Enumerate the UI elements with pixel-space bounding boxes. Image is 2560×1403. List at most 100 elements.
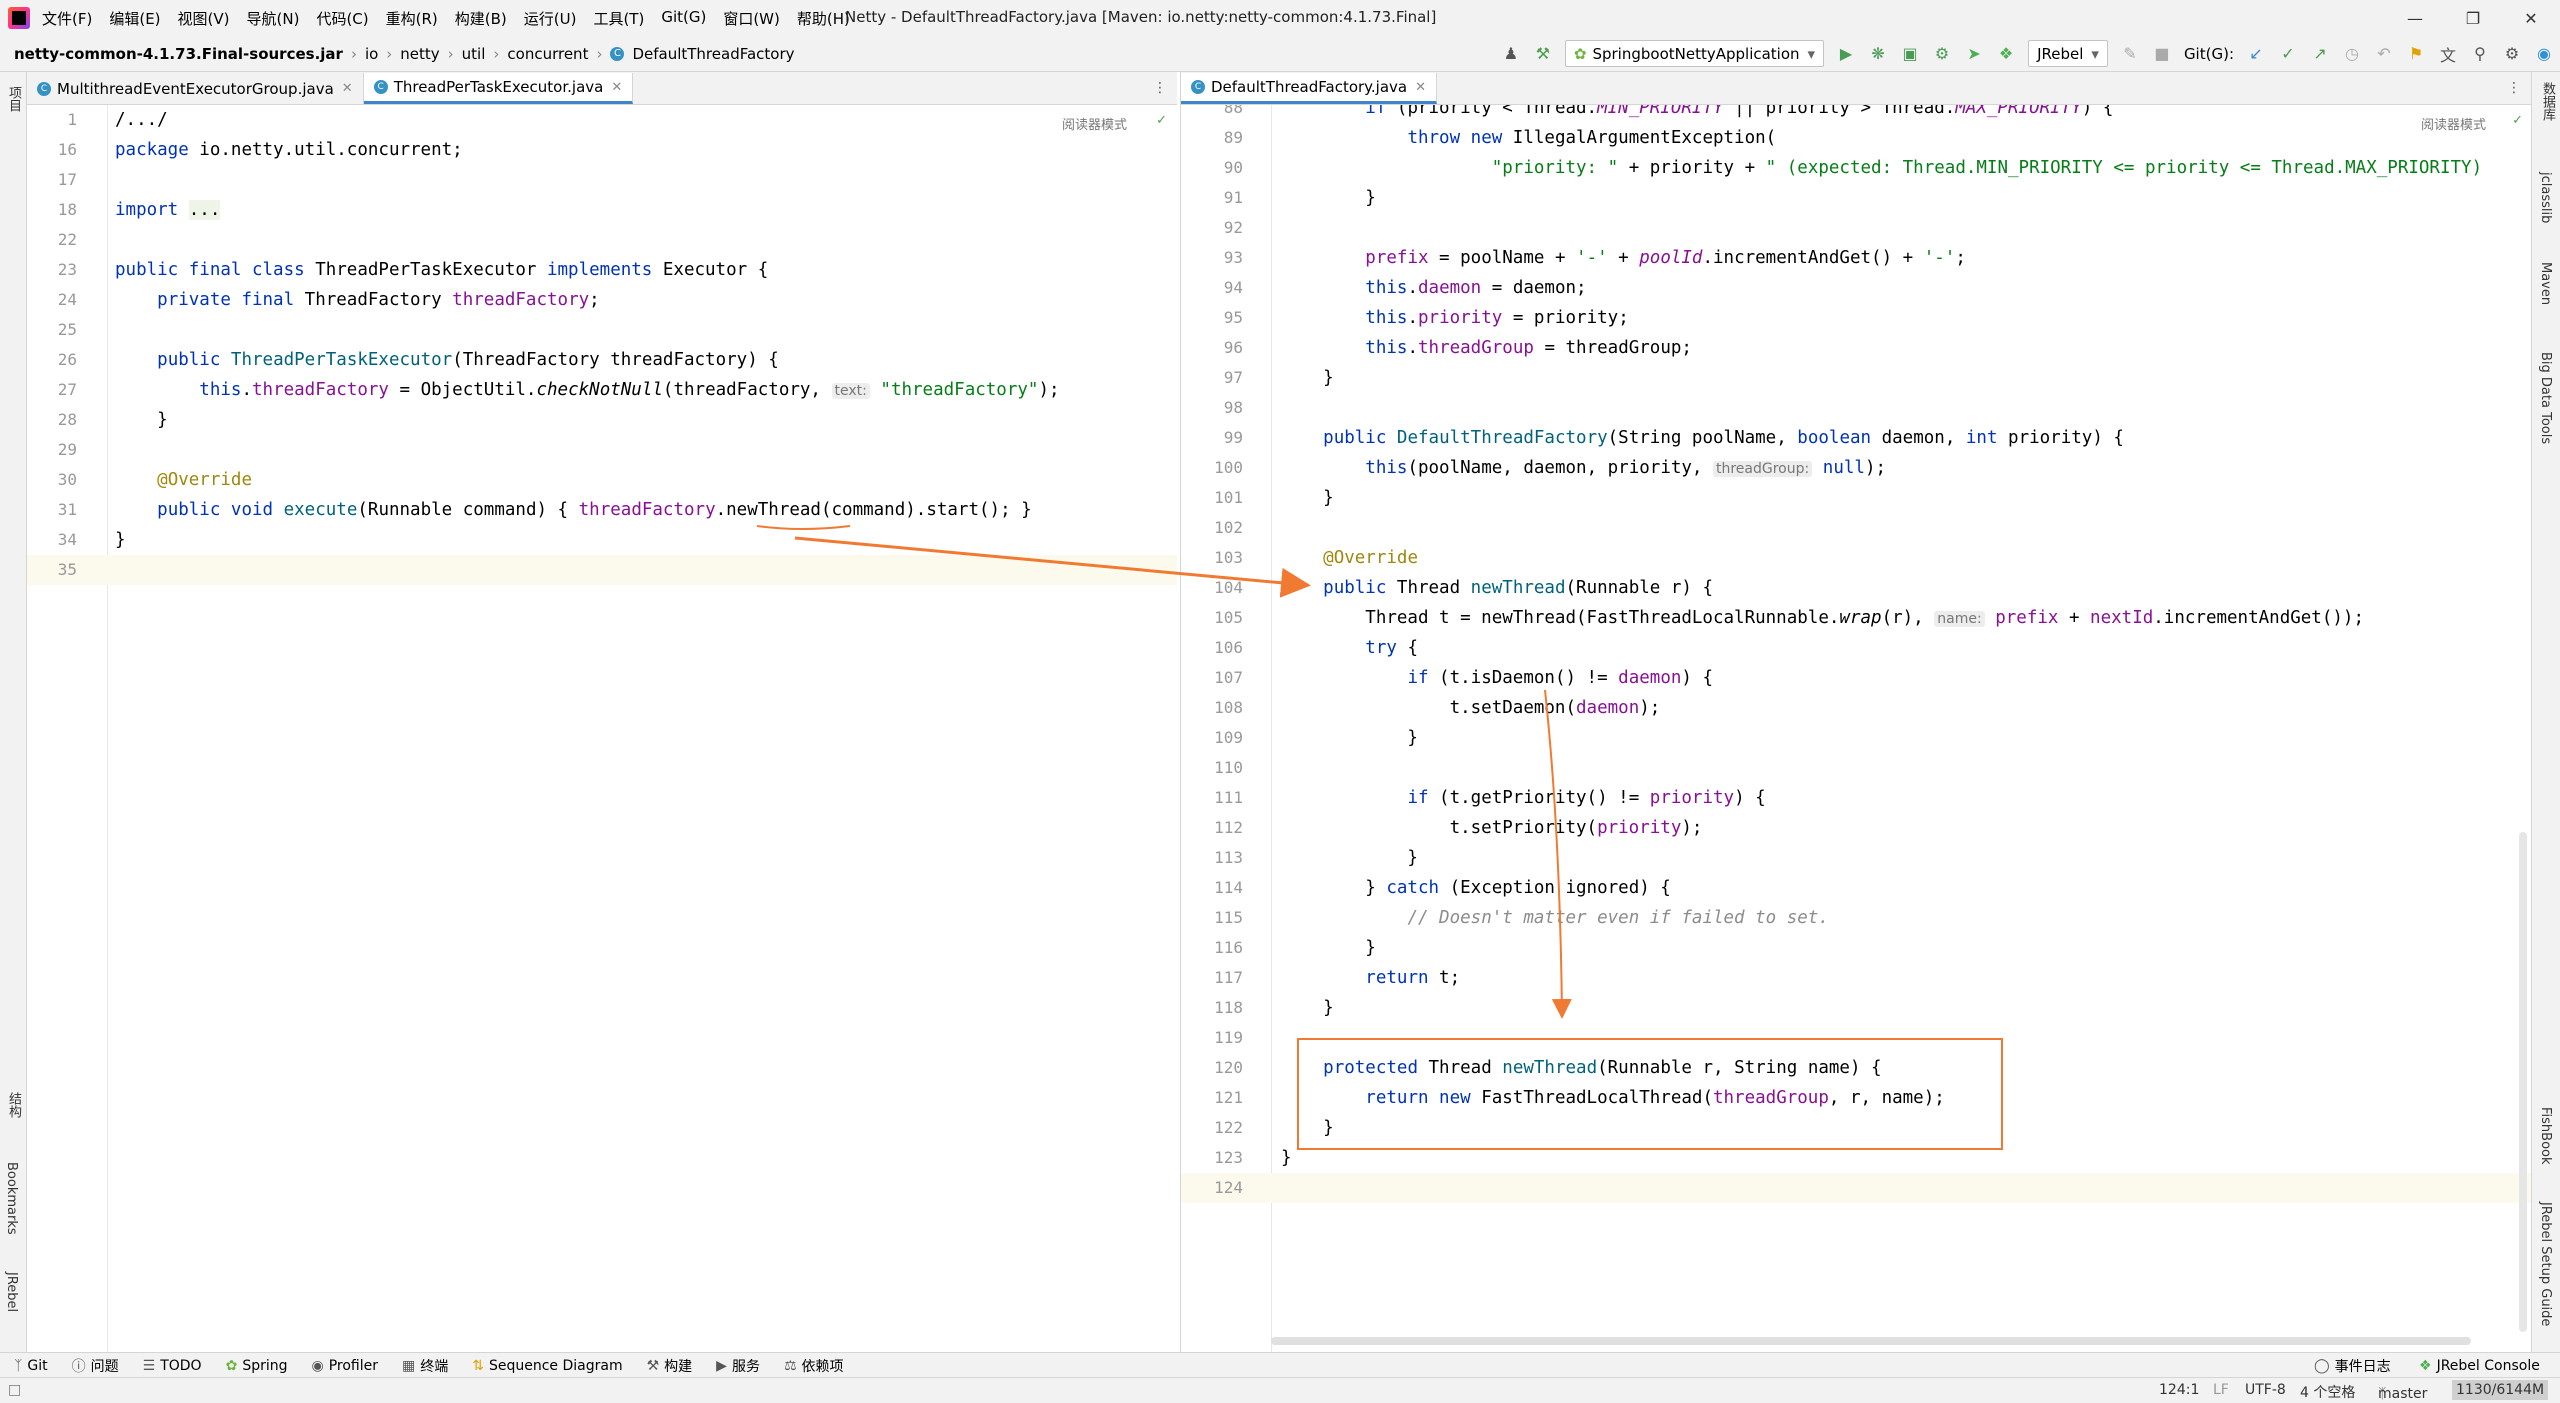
code-line[interactable]: 18 import ...: [27, 195, 1177, 225]
code-line[interactable]: 102: [1181, 513, 2531, 543]
code-line[interactable]: 99 public DefaultThreadFactory(String po…: [1181, 423, 2531, 453]
code-line[interactable]: 110: [1181, 753, 2531, 783]
code-line[interactable]: 31 public void execute(Runnable command)…: [27, 495, 1177, 525]
more-icon[interactable]: ⋮: [2507, 80, 2521, 96]
menu-item[interactable]: 导航(N): [247, 8, 300, 29]
horizontal-scrollbar[interactable]: [1271, 1337, 2471, 1345]
code-line[interactable]: 109 }: [1181, 723, 2531, 753]
right-code-area[interactable]: 88 if (priority < Thread.MIN_PRIORITY ||…: [1181, 105, 2531, 1352]
layout-icon[interactable]: □: [8, 1382, 21, 1398]
code-line[interactable]: 35: [27, 555, 1177, 585]
services-tool-button[interactable]: ▶ 服务: [716, 1356, 760, 1376]
event-log-button[interactable]: ◯ 事件日志: [2314, 1356, 2391, 1376]
sequence-diagram-tool-button[interactable]: ⇅ Sequence Diagram: [472, 1358, 622, 1374]
menu-item[interactable]: 代码(C): [316, 8, 368, 29]
code-line[interactable]: 114 } catch (Exception ignored) {: [1181, 873, 2531, 903]
jclasslib-tool-tab[interactable]: jclasslib: [2538, 172, 2553, 223]
vcs-icon[interactable]: ⚑: [2404, 42, 2428, 66]
dependencies-tool-button[interactable]: ⚖ 依赖项: [784, 1356, 844, 1376]
code-line[interactable]: 1 /.../: [27, 105, 1177, 135]
menu-item[interactable]: 帮助(H): [797, 8, 850, 29]
menu-item[interactable]: Git(G): [661, 8, 706, 29]
build-tool-button[interactable]: ⚒ 构建: [647, 1356, 693, 1376]
code-line[interactable]: 115 // Doesn't matter even if failed to …: [1181, 903, 2531, 933]
code-line[interactable]: 107 if (t.isDaemon() != daemon) {: [1181, 663, 2531, 693]
menu-item[interactable]: 运行(U): [524, 8, 577, 29]
code-line[interactable]: 30 @Override: [27, 465, 1177, 495]
jrebel-tool-tab[interactable]: JRebel: [4, 1272, 19, 1312]
left-code-area[interactable]: 1 /.../ 16 package io.netty.util.concurrent…: [27, 105, 1177, 1352]
tab-multithread-event-executor-group[interactable]: C MultithreadEventExecutorGroup.java ✕: [27, 73, 364, 104]
user-icon[interactable]: ♟: [1499, 42, 1523, 66]
reader-mode-label[interactable]: 阅读器模式: [1062, 114, 1127, 133]
menu-item[interactable]: 工具(T): [593, 8, 644, 29]
search-icon[interactable]: ⚲: [2468, 42, 2492, 66]
git-commit-icon[interactable]: ✓: [2276, 42, 2300, 66]
code-line[interactable]: 124: [1181, 1173, 2531, 1203]
tab-default-thread-factory[interactable]: C DefaultThreadFactory.java ✕: [1181, 73, 1438, 104]
edit-icon[interactable]: ✎: [2118, 42, 2142, 66]
database-tool-tab[interactable]: 数据库: [2538, 82, 2557, 121]
vertical-scrollbar[interactable]: [2519, 832, 2527, 1332]
git-push-icon[interactable]: ↗: [2308, 42, 2332, 66]
run-config-select[interactable]: ✿ SpringbootNettyApplication ▾: [1564, 40, 1825, 67]
project-tool-tab[interactable]: 项目: [4, 86, 23, 112]
debug-icon[interactable]: ❋: [1866, 42, 1890, 66]
code-line[interactable]: 111 if (t.getPriority() != priority) {: [1181, 783, 2531, 813]
jrebel-console-button[interactable]: ❖ JRebel Console: [2419, 1358, 2540, 1374]
code-line[interactable]: 25: [27, 315, 1177, 345]
code-line[interactable]: 116 }: [1181, 933, 2531, 963]
menu-item[interactable]: 窗口(W): [723, 8, 780, 29]
code-line[interactable]: 103 @Override: [1181, 543, 2531, 573]
code-line[interactable]: 105 Thread t = newThread(FastThreadLocal…: [1181, 603, 2531, 633]
gear-icon[interactable]: ⚙: [2500, 42, 2524, 66]
code-line[interactable]: 96 this.threadGroup = threadGroup;: [1181, 333, 2531, 363]
todo-tool-button[interactable]: ☰ TODO: [143, 1358, 202, 1374]
code-line[interactable]: 106 try {: [1181, 633, 2531, 663]
history-icon[interactable]: ◷: [2340, 42, 2364, 66]
jrebel-debug-icon[interactable]: ❖: [1994, 42, 2018, 66]
close-icon[interactable]: ✕: [1415, 80, 1426, 95]
toolbox-icon[interactable]: ◉: [2532, 42, 2556, 66]
menu-item[interactable]: 文件(F): [42, 8, 92, 29]
build-hammer-icon[interactable]: ⚒: [1531, 42, 1555, 66]
close-window-button[interactable]: ✕: [2502, 0, 2560, 36]
code-line[interactable]: 117 return t;: [1181, 963, 2531, 993]
jrebel-setup-guide-tab[interactable]: JRebel Setup Guide: [2538, 1202, 2553, 1326]
code-line[interactable]: 27 this.threadFactory = ObjectUtil.check…: [27, 375, 1177, 405]
profile-icon[interactable]: ⚙: [1930, 42, 1954, 66]
code-line[interactable]: 113 }: [1181, 843, 2531, 873]
code-line[interactable]: 112 t.setPriority(priority);: [1181, 813, 2531, 843]
code-line[interactable]: 104 public Thread newThread(Runnable r) …: [1181, 573, 2531, 603]
jrebel-run-icon[interactable]: ➤: [1962, 42, 1986, 66]
code-line[interactable]: 34}: [27, 525, 1177, 555]
code-line[interactable]: 90 "priority: " + priority + " (expected…: [1181, 153, 2531, 183]
menu-item[interactable]: 重构(R): [386, 8, 438, 29]
breadcrumb-netty[interactable]: netty: [400, 45, 439, 63]
menu-item[interactable]: 构建(B): [455, 8, 507, 29]
structure-tool-tab[interactable]: 结构: [4, 1092, 23, 1118]
spring-tool-button[interactable]: ✿ Spring: [226, 1358, 288, 1374]
fishbook-tool-tab[interactable]: FishBook: [2538, 1107, 2553, 1165]
code-line[interactable]: 101 }: [1181, 483, 2531, 513]
code-line[interactable]: 108 t.setDaemon(daemon);: [1181, 693, 2531, 723]
code-line[interactable]: 16 package io.netty.util.concurrent;: [27, 135, 1177, 165]
breadcrumb-concurrent[interactable]: concurrent: [507, 45, 588, 63]
code-line[interactable]: 91 }: [1181, 183, 2531, 213]
tab-thread-per-task-executor[interactable]: C ThreadPerTaskExecutor.java ✕: [363, 73, 634, 104]
indent-setting[interactable]: 4 个空格: [2300, 1382, 2355, 1402]
code-line[interactable]: 23 public final class ThreadPerTaskExecut…: [27, 255, 1177, 285]
code-line[interactable]: 17: [27, 165, 1177, 195]
code-line[interactable]: 95 this.priority = priority;: [1181, 303, 2531, 333]
more-icon[interactable]: ⋮: [1153, 80, 1167, 96]
bookmarks-tool-tab[interactable]: Bookmarks: [4, 1162, 19, 1235]
breadcrumb-util[interactable]: util: [462, 45, 486, 63]
stop-icon[interactable]: ■: [2150, 42, 2174, 66]
code-line[interactable]: 24 private final ThreadFactory threadFac…: [27, 285, 1177, 315]
code-line[interactable]: 93 prefix = poolName + '-' + poolId.incr…: [1181, 243, 2531, 273]
git-tool-button[interactable]: ᛉ Git: [14, 1358, 48, 1374]
minimize-button[interactable]: —: [2386, 0, 2444, 36]
close-icon[interactable]: ✕: [342, 81, 353, 96]
code-line[interactable]: 98: [1181, 393, 2531, 423]
breadcrumb-class[interactable]: C DefaultThreadFactory: [610, 45, 802, 63]
